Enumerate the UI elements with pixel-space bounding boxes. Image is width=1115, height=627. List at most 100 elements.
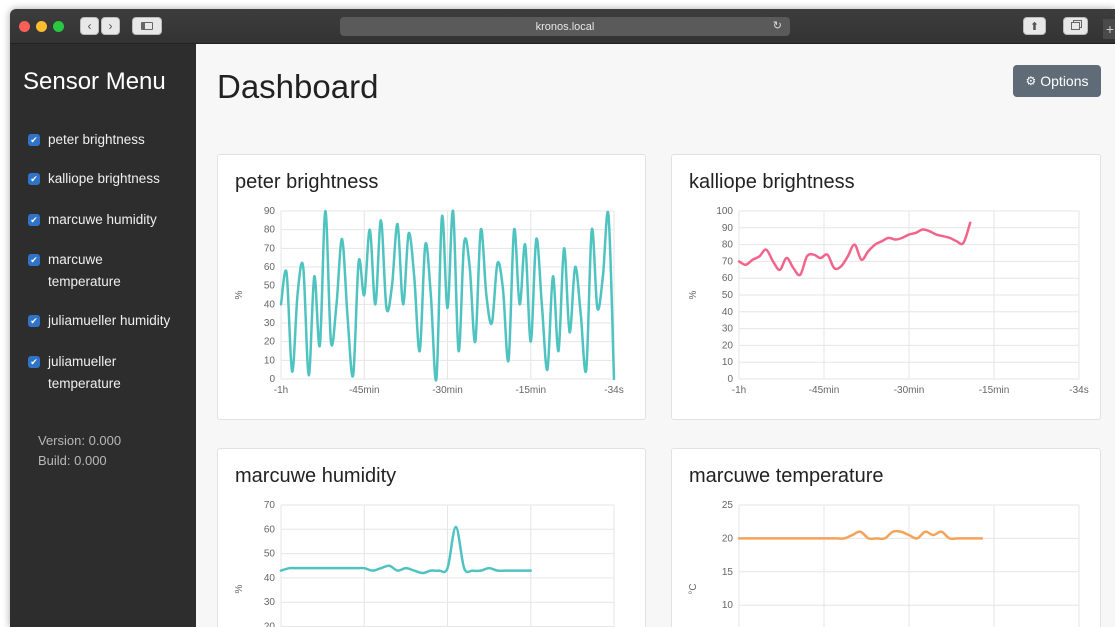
y-axis-label: % (234, 584, 245, 593)
new-tab-button[interactable]: + (1103, 19, 1115, 39)
y-tick-label: 10 (722, 357, 734, 368)
options-label: Options (1040, 73, 1089, 89)
sidebar-item-peter-brightness[interactable]: ✔ peter brightness (28, 129, 188, 151)
y-tick-label: 15 (722, 567, 734, 578)
reload-icon[interactable]: ↻ (773, 19, 782, 32)
main-content: Dashboard ⚙ Options peter brightness 0 10… (196, 44, 1115, 627)
tabs-icon (1071, 22, 1080, 30)
y-tick-label: 50 (264, 549, 276, 560)
y-tick-label: 10 (722, 600, 734, 611)
url-bar[interactable]: kronos.local ↻ (340, 17, 790, 36)
checkbox-checked-icon[interactable]: ✔ (28, 134, 40, 146)
forward-button[interactable]: › (101, 17, 120, 35)
chart-peter-brightness: 0 10 20 30 40 50 60 70 80 90 -1h -45min -30min -15min… (234, 206, 624, 396)
y-tick-label: 0 (269, 374, 275, 385)
y-axis-label: % (234, 290, 245, 299)
chart-marcuwe-temperature: 10 15 20 25 °C (688, 500, 1080, 627)
y-tick-label: 60 (722, 273, 734, 284)
y-axis-label: % (688, 290, 699, 299)
x-tick-label: -15min (515, 385, 546, 396)
x-tick-label: -45min (809, 385, 840, 396)
browser-titlebar: ‹ › kronos.local ↻ ⬆ + (10, 9, 1115, 44)
y-tick-label: 90 (264, 206, 276, 217)
chart-card-peter-brightness: peter brightness 0 10 20 30 40 50 60 70 80 90 -1h -… (217, 154, 646, 420)
y-tick-label: 40 (264, 299, 276, 310)
y-tick-label: 50 (722, 290, 734, 301)
y-tick-label: 30 (264, 597, 276, 608)
y-tick-label: 70 (722, 256, 734, 267)
x-tick-label: -1h (274, 385, 288, 396)
y-tick-label: 60 (264, 262, 276, 273)
y-tick-label: 20 (722, 533, 734, 544)
checkbox-checked-icon[interactable]: ✔ (28, 214, 40, 226)
x-tick-label: -34s (1069, 385, 1088, 396)
browser-window: ‹ › kronos.local ↻ ⬆ + Sensor Menu ✔ pet… (10, 9, 1115, 627)
x-tick-label: -1h (732, 385, 746, 396)
back-button[interactable]: ‹ (80, 17, 99, 35)
tabs-button[interactable] (1063, 17, 1088, 35)
x-tick-label: -45min (349, 385, 380, 396)
y-tick-label: 100 (716, 206, 733, 217)
sidebar-item-label: juliamueller humidity (48, 313, 171, 328)
maximize-window-icon[interactable] (53, 21, 64, 32)
sidebar-item-label: peter brightness (48, 132, 145, 147)
checkbox-checked-icon[interactable]: ✔ (28, 356, 40, 368)
y-tick-label: 10 (264, 355, 276, 366)
checkbox-checked-icon[interactable]: ✔ (28, 173, 40, 185)
y-tick-label: 30 (722, 324, 734, 335)
sidebar-item-juliamueller-temperature[interactable]: ✔ juliamueller temperature (28, 351, 138, 395)
sidebar-item-juliamueller-humidity[interactable]: ✔ juliamueller humidity (28, 310, 188, 332)
x-tick-label: -30min (894, 385, 925, 396)
y-tick-label: 40 (264, 573, 276, 584)
checkbox-checked-icon[interactable]: ✔ (28, 254, 40, 266)
y-tick-label: 50 (264, 281, 276, 292)
sidebar-item-label: juliamueller temperature (48, 354, 121, 391)
y-tick-label: 20 (264, 337, 276, 348)
sidebar-item-label: kalliope brightness (48, 171, 160, 186)
series-line (737, 529, 984, 541)
page-title: Dashboard (217, 68, 379, 105)
y-tick-label: 70 (264, 500, 276, 511)
minimize-window-icon[interactable] (36, 21, 47, 32)
y-axis-label: °C (688, 583, 699, 594)
chart-marcuwe-humidity: 20 30 40 50 60 70% (234, 500, 615, 627)
y-tick-label: 40 (722, 307, 734, 318)
y-tick-label: 30 (264, 318, 276, 329)
sensor-sidebar: Sensor Menu ✔ peter brightness ✔ kalliop… (10, 44, 196, 627)
y-tick-label: 90 (722, 223, 734, 234)
checkbox-checked-icon[interactable]: ✔ (28, 315, 40, 327)
sidebar-item-label: marcuwe humidity (48, 212, 157, 227)
sidebar-item-label: marcuwe temperature (48, 252, 121, 289)
y-tick-label: 70 (264, 243, 276, 254)
chart-kalliope-brightness: 0 10 20 30 40 50 60 70 80 90 100 -1h -45min -30min -15… (688, 206, 1089, 396)
chart-card-marcuwe-temperature: marcuwe temperature 10 15 20 25 °C (671, 448, 1101, 627)
y-tick-label: 60 (264, 524, 276, 535)
close-window-icon[interactable] (19, 21, 30, 32)
sidebar-toggle-button[interactable] (132, 17, 162, 35)
y-tick-label: 80 (722, 240, 734, 251)
version-text: Version: 0.000 (38, 433, 122, 448)
share-icon: ⬆ (1029, 20, 1040, 33)
chart-card-kalliope-brightness: kalliope brightness 0 10 20 30 40 50 60 70 80 90 1… (671, 154, 1101, 420)
sidebar-title: Sensor Menu (23, 68, 166, 95)
x-tick-label: -15min (979, 385, 1010, 396)
y-tick-label: 20 (722, 340, 734, 351)
x-tick-label: -30min (432, 385, 463, 396)
options-button[interactable]: ⚙ Options (1013, 65, 1101, 97)
sidebar-item-marcuwe-humidity[interactable]: ✔ marcuwe humidity (28, 209, 188, 231)
y-tick-label: 0 (727, 374, 733, 385)
y-tick-label: 80 (264, 225, 276, 236)
build-text: Build: 0.000 (38, 453, 107, 468)
x-tick-label: -34s (604, 385, 623, 396)
share-button[interactable]: ⬆ (1023, 17, 1046, 35)
y-tick-label: 25 (722, 500, 734, 511)
chart-card-marcuwe-humidity: marcuwe humidity 20 30 40 50 60 70% (217, 448, 646, 627)
sidebar-item-marcuwe-temperature[interactable]: ✔ marcuwe temperature (28, 249, 138, 293)
y-tick-label: 20 (264, 622, 276, 627)
series-line (279, 525, 532, 575)
series-line (737, 221, 972, 277)
sidebar-toggle-icon (141, 22, 153, 30)
url-text: kronos.local (535, 20, 595, 33)
sidebar-item-kalliope-brightness[interactable]: ✔ kalliope brightness (28, 168, 188, 190)
gear-icon: ⚙ (1025, 74, 1037, 88)
